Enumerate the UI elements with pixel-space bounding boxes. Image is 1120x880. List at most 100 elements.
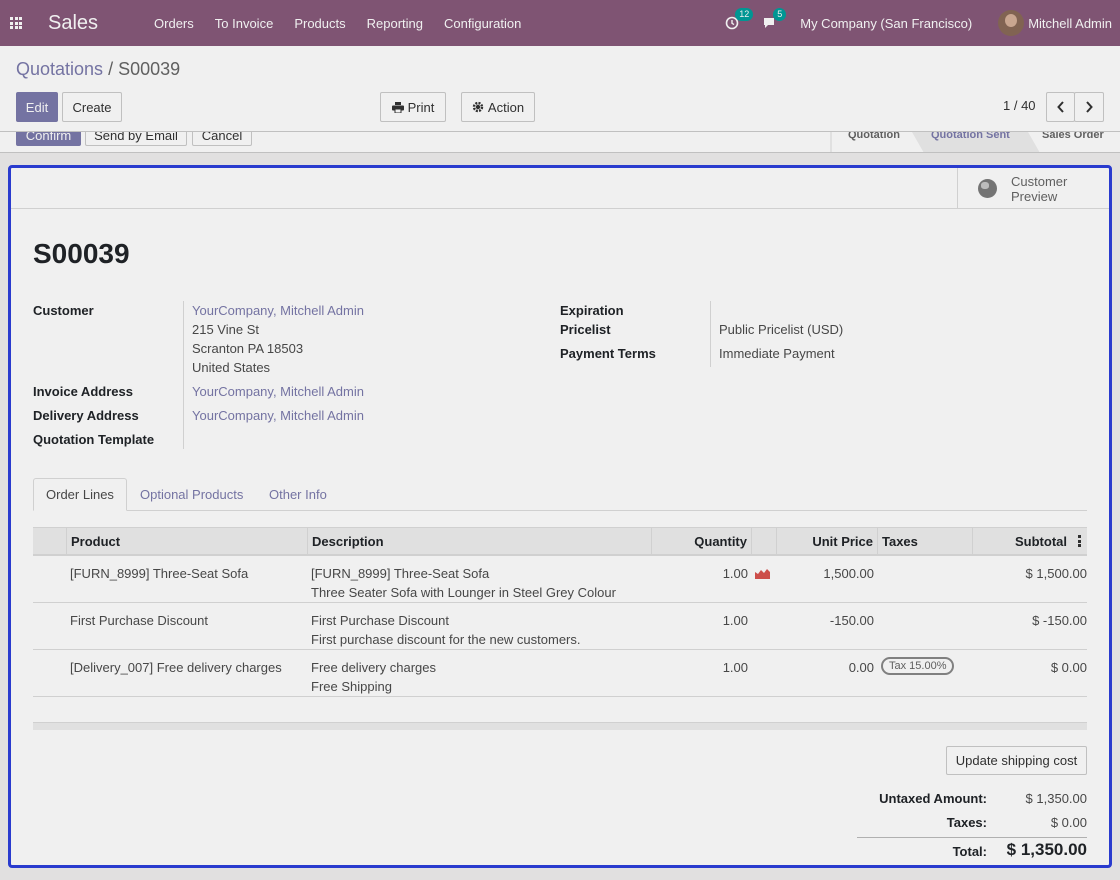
- col-description[interactable]: Description: [308, 528, 652, 555]
- row-description: First Purchase Discount First purchase di…: [311, 613, 581, 647]
- confirm-button[interactable]: Confirm: [16, 132, 81, 146]
- row-subtotal: $ 1,500.00: [1025, 566, 1087, 581]
- customer-country: United States: [192, 360, 271, 375]
- messaging-chat-icon[interactable]: 5: [762, 8, 787, 31]
- gear-icon: [472, 101, 484, 113]
- tab-optional-products[interactable]: Optional Products: [128, 478, 255, 511]
- update-shipping-cost-button[interactable]: Update shipping cost: [946, 746, 1087, 775]
- row-product: First Purchase Discount: [70, 613, 208, 628]
- taxes-value: $ 0.00: [1050, 815, 1087, 830]
- send-by-email-button[interactable]: Send by Email: [85, 132, 187, 146]
- col-unit-price[interactable]: Unit Price: [777, 528, 878, 555]
- button-box: Customer Preview: [11, 168, 1109, 209]
- customer-preview-button[interactable]: Customer Preview: [957, 168, 1109, 209]
- edit-button[interactable]: Edit: [16, 92, 58, 122]
- customer-label: Customer: [33, 303, 94, 318]
- breadcrumb-separator: /: [108, 59, 114, 79]
- menu-reporting[interactable]: Reporting: [367, 16, 423, 31]
- activity-count-badge: 12: [735, 8, 754, 21]
- table-footer: [33, 722, 1087, 730]
- row-product: [Delivery_007] Free delivery charges: [70, 660, 282, 675]
- col-forecast: [752, 528, 777, 555]
- chevron-left-icon: [1056, 101, 1064, 113]
- forecast-chart-icon[interactable]: [755, 568, 770, 579]
- table-row[interactable]: First Purchase Discount First Purchase D…: [33, 603, 1087, 650]
- stage-quotation-sent[interactable]: Quotation Sent: [931, 132, 1010, 141]
- expiration-label: Expiration: [560, 303, 624, 318]
- row-unit-price: 1,500.00: [823, 566, 874, 581]
- statusbar: Confirm Send by Email Cancel Quotation Q…: [0, 132, 1120, 153]
- pricelist-label: Pricelist: [560, 322, 611, 337]
- table-row[interactable]: [FURN_8999] Three-Seat Sofa [FURN_8999] …: [33, 556, 1087, 603]
- col-quantity[interactable]: Quantity: [652, 528, 752, 555]
- row-quantity: 1.00: [722, 566, 748, 581]
- record-title: S00039: [33, 238, 130, 269]
- row-quantity: 1.00: [722, 613, 748, 628]
- print-icon: [391, 101, 404, 113]
- row-description: Free delivery charges Free Shipping: [311, 660, 436, 694]
- pager-previous-button[interactable]: [1046, 92, 1075, 122]
- tab-other-info[interactable]: Other Info: [257, 478, 339, 511]
- chevron-right-icon: [1086, 101, 1093, 113]
- action-label: Action: [487, 99, 525, 115]
- untaxed-amount-label: Untaxed Amount:: [879, 791, 987, 806]
- row-quantity: 1.00: [722, 660, 748, 675]
- app-menu-icon[interactable]: [0, 0, 32, 46]
- col-product[interactable]: Product: [67, 528, 308, 555]
- globe-icon: [978, 179, 997, 198]
- action-button[interactable]: Action: [461, 92, 535, 122]
- message-count-badge: 5: [773, 8, 787, 21]
- tax-tag[interactable]: Tax 15.00%: [881, 657, 955, 675]
- tab-order-lines[interactable]: Order Lines: [33, 478, 127, 511]
- row-description: [FURN_8999] Three-Seat Sofa Three Seater …: [311, 566, 616, 600]
- col-subtotal[interactable]: Subtotal: [973, 528, 1087, 555]
- row-unit-price: 0.00: [848, 660, 874, 675]
- user-menu[interactable]: Mitchell Admin: [1028, 16, 1112, 31]
- invoice-address-link[interactable]: YourCompany, Mitchell Admin: [192, 384, 364, 399]
- cancel-button[interactable]: Cancel: [192, 132, 252, 146]
- untaxed-amount-value: $ 1,350.00: [1025, 791, 1087, 806]
- notebook-tabs: Order Lines Optional Products Other Info: [33, 478, 1087, 511]
- delivery-address-link[interactable]: YourCompany, Mitchell Admin: [192, 408, 364, 423]
- field-divider: [183, 301, 184, 449]
- breadcrumb-quotations[interactable]: Quotations: [16, 59, 103, 79]
- menu-configuration[interactable]: Configuration: [444, 16, 521, 31]
- breadcrumb-current: S00039: [118, 59, 181, 79]
- table-row[interactable]: [Delivery_007] Free delivery charges Fre…: [33, 650, 1087, 697]
- payment-terms-value[interactable]: Immediate Payment: [719, 346, 835, 361]
- user-avatar[interactable]: [998, 10, 1025, 36]
- totals-divider: [857, 837, 1087, 838]
- form-sheet: Customer Preview S00039 Customer YourCom…: [8, 165, 1112, 868]
- customer-city: Scranton PA 18503: [192, 341, 304, 356]
- print-button[interactable]: Print: [380, 92, 446, 122]
- payment-terms-label: Payment Terms: [560, 346, 656, 361]
- pricelist-value[interactable]: Public Pricelist (USD): [719, 322, 843, 337]
- breadcrumb: Quotations / S00039: [16, 59, 180, 80]
- menu-orders[interactable]: Orders: [154, 16, 194, 31]
- row-subtotal: $ 0.00: [1050, 660, 1087, 675]
- row-subtotal: $ -150.00: [1032, 613, 1087, 628]
- total-value: $ 1,350.00: [1006, 840, 1087, 859]
- quotation-template-label: Quotation Template: [33, 432, 155, 447]
- column-options-icon[interactable]: [1078, 535, 1081, 547]
- create-button[interactable]: Create: [62, 92, 122, 122]
- col-taxes[interactable]: Taxes: [878, 528, 973, 555]
- app-name[interactable]: Sales: [48, 12, 98, 35]
- pager-next-button[interactable]: [1074, 92, 1104, 122]
- row-unit-price: -150.00: [829, 613, 874, 628]
- main-menu: Orders To Invoice Products Reporting Con…: [154, 16, 542, 31]
- taxes-label: Taxes:: [946, 815, 987, 830]
- menu-to-invoice[interactable]: To Invoice: [215, 16, 274, 31]
- pager-value[interactable]: 1 / 40: [1003, 98, 1036, 113]
- stage-sales-order[interactable]: Sales Order: [1042, 132, 1104, 141]
- menu-products[interactable]: Products: [294, 16, 345, 31]
- invoice-address-label: Invoice Address: [33, 384, 133, 399]
- stage-quotation[interactable]: Quotation: [848, 132, 900, 141]
- field-divider: [710, 301, 711, 367]
- company-switcher[interactable]: My Company (San Francisco): [800, 16, 972, 31]
- order-lines-header: Product Description Quantity Unit Price …: [33, 527, 1087, 556]
- customer-link[interactable]: YourCompany, Mitchell Admin: [192, 303, 364, 318]
- control-panel: Quotations / S00039 Edit Create Print Ac…: [0, 46, 1120, 132]
- customer-street: 215 Vine St: [192, 322, 259, 337]
- activity-clock-icon[interactable]: 12: [724, 8, 754, 31]
